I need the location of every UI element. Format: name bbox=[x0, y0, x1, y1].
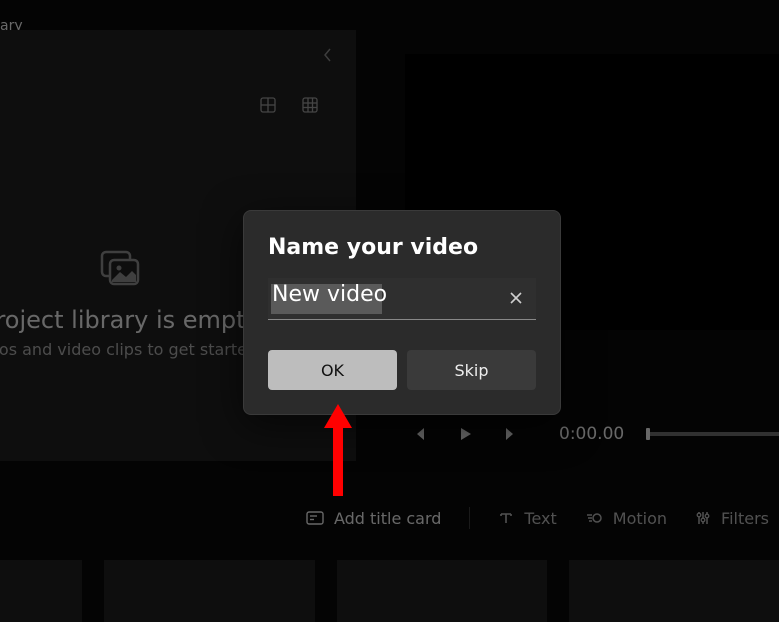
prev-frame-button[interactable] bbox=[405, 420, 433, 448]
motion-button[interactable]: Motion bbox=[585, 509, 667, 528]
text-label: Text bbox=[524, 509, 556, 528]
library-empty-title: project library is empty bbox=[0, 306, 270, 334]
media-library-icon bbox=[0, 250, 270, 290]
name-video-dialog: Name your video New video OK Skip bbox=[243, 210, 561, 415]
text-button[interactable]: Text bbox=[498, 509, 556, 528]
motion-icon bbox=[585, 510, 603, 526]
video-name-input[interactable] bbox=[268, 278, 536, 319]
clip-slot[interactable] bbox=[569, 560, 779, 622]
library-empty-subtitle: otos and video clips to get started bbox=[0, 340, 270, 359]
timeline-toolbar: Add title card Text Motion Filters bbox=[0, 496, 779, 540]
text-icon bbox=[498, 510, 514, 526]
filters-icon bbox=[695, 510, 711, 526]
collapse-pane-button[interactable] bbox=[316, 43, 340, 67]
clip-slot[interactable] bbox=[104, 560, 314, 622]
play-button[interactable] bbox=[451, 420, 479, 448]
timecode: 0:00.00 bbox=[543, 424, 630, 444]
timeline-scrubber[interactable] bbox=[648, 432, 779, 436]
video-name-field-wrap: New video bbox=[268, 278, 536, 320]
next-frame-button[interactable] bbox=[497, 420, 525, 448]
dialog-title: Name your video bbox=[268, 235, 536, 260]
title-card-icon bbox=[306, 511, 324, 525]
add-title-card-label: Add title card bbox=[334, 509, 441, 528]
ok-button[interactable]: OK bbox=[268, 350, 397, 390]
skip-button[interactable]: Skip bbox=[407, 350, 536, 390]
clear-input-button[interactable] bbox=[502, 284, 530, 312]
clip-slot[interactable] bbox=[337, 560, 547, 622]
add-title-card-button[interactable]: Add title card bbox=[306, 509, 441, 528]
grid-large-icon[interactable] bbox=[260, 97, 276, 113]
grid-small-icon[interactable] bbox=[302, 97, 318, 113]
clip-strip bbox=[0, 560, 779, 622]
transport-controls: 0:00.00 bbox=[405, 414, 779, 454]
toolbar-separator bbox=[469, 507, 470, 529]
clip-slot[interactable] bbox=[0, 560, 82, 622]
window-header: ary bbox=[0, 0, 779, 26]
motion-label: Motion bbox=[613, 509, 667, 528]
filters-button[interactable]: Filters bbox=[695, 509, 779, 528]
filters-label: Filters bbox=[721, 509, 769, 528]
